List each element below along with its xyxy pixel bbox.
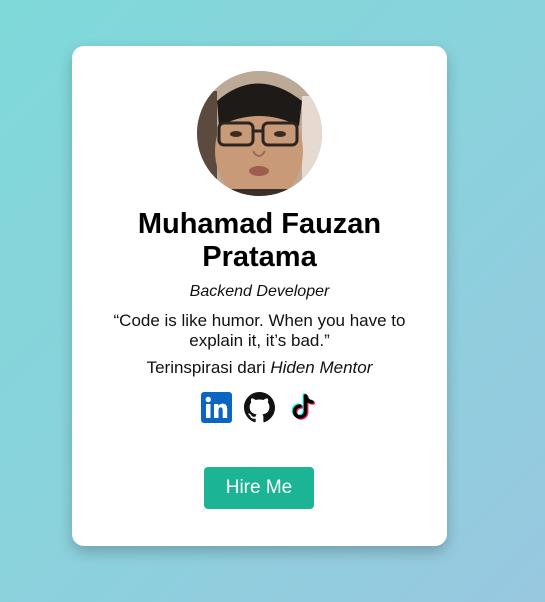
tiktok-icon	[291, 393, 316, 420]
hire-me-button[interactable]: Hire Me	[204, 467, 314, 509]
profile-quote: “Code is like humor. When you have to ex…	[113, 311, 406, 350]
profile-card: Muhamad Fauzan Pratama Backend Developer…	[72, 46, 447, 546]
inspiration-prefix: Terinspirasi dari	[146, 358, 271, 377]
tiktok-link[interactable]	[287, 392, 318, 423]
avatar-photo	[197, 71, 322, 196]
avatar	[197, 71, 322, 196]
profile-name: Muhamad Fauzan Pratama	[137, 208, 382, 273]
inspiration-source: Hiden Mentor	[270, 358, 373, 377]
github-link[interactable]	[244, 392, 275, 423]
inspiration-line: Terinspirasi dari Hiden Mentor	[72, 358, 447, 378]
linkedin-link[interactable]	[201, 392, 232, 423]
github-icon	[244, 392, 275, 423]
social-links	[72, 392, 447, 423]
profile-role: Backend Developer	[189, 283, 330, 300]
linkedin-icon	[201, 392, 232, 423]
